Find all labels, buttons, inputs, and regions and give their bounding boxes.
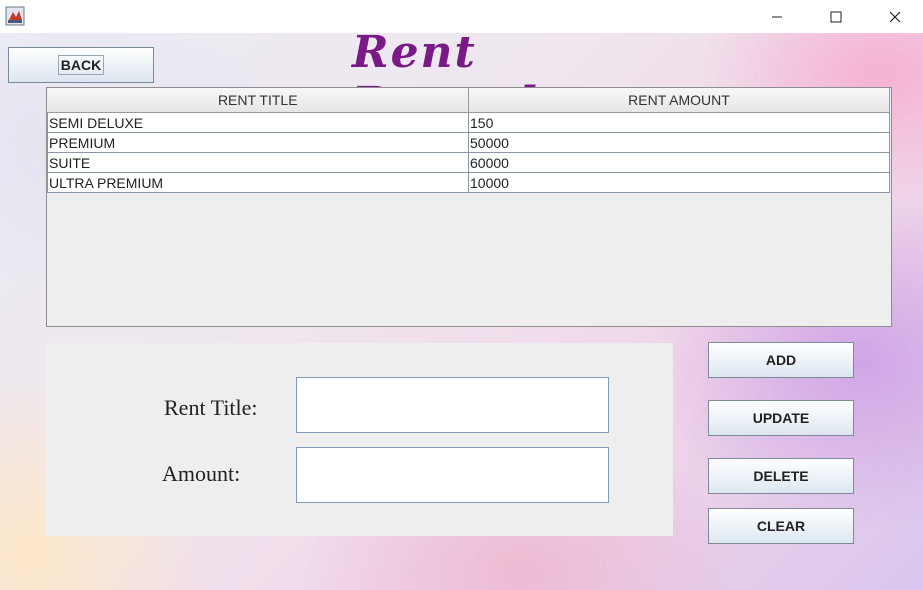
minimize-icon bbox=[771, 11, 783, 23]
delete-button[interactable]: DELETE bbox=[708, 458, 854, 494]
column-header-rent-title[interactable]: RENT TITLE bbox=[47, 88, 469, 113]
rent-title-field[interactable] bbox=[296, 377, 609, 433]
rent-table-grid: RENT TITLE RENT AMOUNT SEMI DELUXE 150 P… bbox=[47, 88, 890, 193]
clear-button[interactable]: CLEAR bbox=[708, 508, 854, 544]
content-area: BACK Rent Record RENT TITLE RENT AMOUNT … bbox=[0, 33, 923, 590]
update-button[interactable]: UPDATE bbox=[708, 400, 854, 436]
rent-title-cell[interactable]: ULTRA PREMIUM bbox=[47, 172, 469, 193]
close-icon bbox=[889, 11, 901, 23]
maximize-button[interactable] bbox=[813, 0, 859, 33]
rent-amount-cell[interactable]: 60000 bbox=[468, 152, 890, 173]
table-row[interactable]: PREMIUM 50000 bbox=[47, 132, 890, 153]
rent-amount-cell[interactable]: 10000 bbox=[468, 172, 890, 193]
back-button[interactable]: BACK bbox=[8, 47, 154, 83]
table-row[interactable]: SEMI DELUXE 150 bbox=[47, 112, 890, 133]
back-button-label: BACK bbox=[57, 55, 105, 75]
rent-form-panel: Rent Title: Amount: bbox=[46, 343, 673, 536]
rent-table: RENT TITLE RENT AMOUNT SEMI DELUXE 150 P… bbox=[46, 87, 892, 327]
close-button[interactable] bbox=[872, 0, 918, 33]
rent-title-cell[interactable]: SUITE bbox=[47, 152, 469, 173]
rent-amount-cell[interactable]: 150 bbox=[468, 112, 890, 133]
add-button[interactable]: ADD bbox=[708, 342, 854, 378]
window-title-bar bbox=[0, 0, 923, 33]
rent-title-cell[interactable]: SEMI DELUXE bbox=[47, 112, 469, 133]
table-row[interactable]: SUITE 60000 bbox=[47, 152, 890, 173]
minimize-button[interactable] bbox=[754, 0, 800, 33]
table-row[interactable]: ULTRA PREMIUM 10000 bbox=[47, 172, 890, 193]
column-header-rent-amount[interactable]: RENT AMOUNT bbox=[468, 88, 890, 113]
maximize-icon bbox=[830, 11, 842, 23]
amount-label: Amount: bbox=[162, 461, 241, 486]
amount-field[interactable] bbox=[296, 447, 609, 503]
java-app-icon bbox=[5, 6, 25, 26]
rent-amount-cell[interactable]: 50000 bbox=[468, 132, 890, 153]
table-header-row: RENT TITLE RENT AMOUNT bbox=[47, 88, 890, 113]
rent-title-label: Rent Title: bbox=[164, 395, 258, 420]
rent-title-cell[interactable]: PREMIUM bbox=[47, 132, 469, 153]
